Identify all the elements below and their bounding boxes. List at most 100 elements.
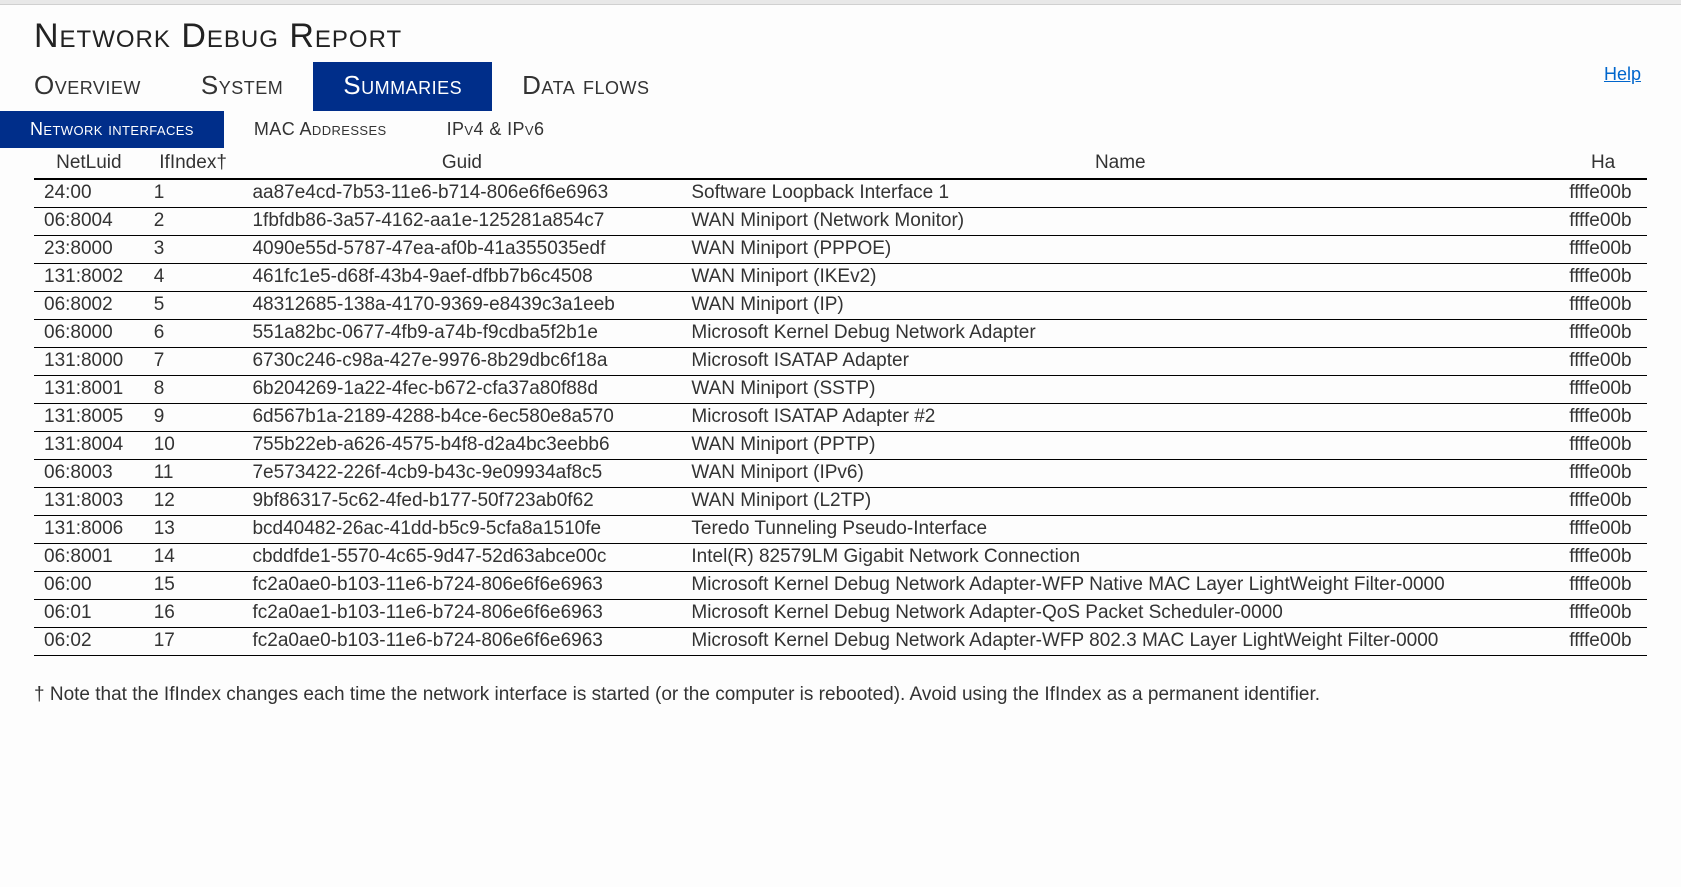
table-row[interactable]: 131:800596d567b1a-2189-4288-b4ce-6ec580e… <box>34 404 1647 432</box>
cell-ifindex: 17 <box>144 628 243 656</box>
footnote: † Note that the IfIndex changes each tim… <box>34 656 1647 706</box>
subtab-ipv4-ipv6[interactable]: IPv4 & IPv6 <box>417 111 575 148</box>
cell-ifindex: 15 <box>144 572 243 600</box>
cell-ha: ffffe00b <box>1559 544 1647 572</box>
table-row[interactable]: 131:800186b204269-1a22-4fec-b672-cfa37a8… <box>34 376 1647 404</box>
table-row[interactable]: 06:8002548312685-138a-4170-9369-e8439c3a… <box>34 292 1647 320</box>
page-title: Network Debug Report <box>34 17 1647 56</box>
cell-netluid: 06:8001 <box>34 544 144 572</box>
cell-guid: 7e573422-226f-4cb9-b43c-9e09934af8c5 <box>242 460 681 488</box>
cell-guid: 6d567b1a-2189-4288-b4ce-6ec580e8a570 <box>242 404 681 432</box>
cell-ha: ffffe00b <box>1559 600 1647 628</box>
cell-guid: aa87e4cd-7b53-11e6-b714-806e6f6e6963 <box>242 179 681 208</box>
cell-guid: 9bf86317-5c62-4fed-b177-50f723ab0f62 <box>242 488 681 516</box>
table-row[interactable]: 131:800076730c246-c98a-427e-9976-8b29dbc… <box>34 348 1647 376</box>
col-netluid[interactable]: NetLuid <box>34 150 144 179</box>
cell-ha: ffffe00b <box>1559 404 1647 432</box>
help-link[interactable]: Help <box>1604 62 1647 85</box>
subtab-mac-addresses[interactable]: MAC Addresses <box>224 111 417 148</box>
tab-data-flows[interactable]: Data flows <box>492 62 679 111</box>
cell-name: Microsoft Kernel Debug Network Adapter-W… <box>681 628 1559 656</box>
cell-ha: ffffe00b <box>1559 236 1647 264</box>
cell-name: Teredo Tunneling Pseudo-Interface <box>681 516 1559 544</box>
cell-netluid: 23:8000 <box>34 236 144 264</box>
cell-netluid: 24:00 <box>34 179 144 208</box>
cell-ha: ffffe00b <box>1559 179 1647 208</box>
cell-ifindex: 8 <box>144 376 243 404</box>
cell-ifindex: 2 <box>144 208 243 236</box>
table-row[interactable]: 24:001aa87e4cd-7b53-11e6-b714-806e6f6e69… <box>34 179 1647 208</box>
cell-guid: fc2a0ae0-b103-11e6-b724-806e6f6e6963 <box>242 628 681 656</box>
cell-netluid: 131:8004 <box>34 432 144 460</box>
cell-name: WAN Miniport (PPPOE) <box>681 236 1559 264</box>
cell-guid: bcd40482-26ac-41dd-b5c9-5cfa8a1510fe <box>242 516 681 544</box>
table-row[interactable]: 06:80006551a82bc-0677-4fb9-a74b-f9cdba5f… <box>34 320 1647 348</box>
cell-guid: 461fc1e5-d68f-43b4-9aef-dfbb7b6c4508 <box>242 264 681 292</box>
cell-name: WAN Miniport (SSTP) <box>681 376 1559 404</box>
cell-netluid: 131:8005 <box>34 404 144 432</box>
tab-system[interactable]: System <box>171 62 313 111</box>
cell-ifindex: 4 <box>144 264 243 292</box>
table-row[interactable]: 131:80024461fc1e5-d68f-43b4-9aef-dfbb7b6… <box>34 264 1647 292</box>
cell-name: WAN Miniport (PPTP) <box>681 432 1559 460</box>
cell-ha: ffffe00b <box>1559 572 1647 600</box>
cell-name: Microsoft ISATAP Adapter #2 <box>681 404 1559 432</box>
cell-guid: 6730c246-c98a-427e-9976-8b29dbc6f18a <box>242 348 681 376</box>
cell-name: Microsoft Kernel Debug Network Adapter <box>681 320 1559 348</box>
col-guid[interactable]: Guid <box>242 150 681 179</box>
cell-ha: ffffe00b <box>1559 516 1647 544</box>
table-row[interactable]: 23:800034090e55d-5787-47ea-af0b-41a35503… <box>34 236 1647 264</box>
cell-ifindex: 3 <box>144 236 243 264</box>
cell-ha: ffffe00b <box>1559 292 1647 320</box>
cell-guid: 4090e55d-5787-47ea-af0b-41a355035edf <box>242 236 681 264</box>
cell-guid: cbddfde1-5570-4c65-9d47-52d63abce00c <box>242 544 681 572</box>
cell-ha: ffffe00b <box>1559 628 1647 656</box>
cell-name: WAN Miniport (L2TP) <box>681 488 1559 516</box>
table-row[interactable]: 06:0116fc2a0ae1-b103-11e6-b724-806e6f6e6… <box>34 600 1647 628</box>
cell-ha: ffffe00b <box>1559 432 1647 460</box>
sub-tabs: Network interfaces MAC Addresses IPv4 & … <box>0 111 1681 148</box>
cell-name: Intel(R) 82579LM Gigabit Network Connect… <box>681 544 1559 572</box>
table-row[interactable]: 131:800613bcd40482-26ac-41dd-b5c9-5cfa8a… <box>34 516 1647 544</box>
page-header: Network Debug Report Overview System Sum… <box>0 5 1681 111</box>
col-ha[interactable]: Ha <box>1559 150 1647 179</box>
cell-netluid: 131:8003 <box>34 488 144 516</box>
cell-netluid: 06:02 <box>34 628 144 656</box>
cell-ifindex: 1 <box>144 179 243 208</box>
subtab-network-interfaces[interactable]: Network interfaces <box>0 111 224 148</box>
table-row[interactable]: 06:8003117e573422-226f-4cb9-b43c-9e09934… <box>34 460 1647 488</box>
cell-guid: 48312685-138a-4170-9369-e8439c3a1eeb <box>242 292 681 320</box>
table-row[interactable]: 06:0217fc2a0ae0-b103-11e6-b724-806e6f6e6… <box>34 628 1647 656</box>
cell-ha: ffffe00b <box>1559 488 1647 516</box>
table-header-row: NetLuid IfIndex† Guid Name Ha <box>34 150 1647 179</box>
cell-netluid: 06:8004 <box>34 208 144 236</box>
cell-netluid: 131:8001 <box>34 376 144 404</box>
cell-ifindex: 5 <box>144 292 243 320</box>
cell-ha: ffffe00b <box>1559 460 1647 488</box>
cell-ifindex: 13 <box>144 516 243 544</box>
table-row[interactable]: 06:0015fc2a0ae0-b103-11e6-b724-806e6f6e6… <box>34 572 1647 600</box>
cell-guid: fc2a0ae1-b103-11e6-b724-806e6f6e6963 <box>242 600 681 628</box>
tab-overview[interactable]: Overview <box>34 62 171 111</box>
cell-name: Software Loopback Interface 1 <box>681 179 1559 208</box>
cell-ifindex: 10 <box>144 432 243 460</box>
cell-ifindex: 12 <box>144 488 243 516</box>
cell-ifindex: 11 <box>144 460 243 488</box>
content-area: NetLuid IfIndex† Guid Name Ha 24:001aa87… <box>0 150 1681 706</box>
table-row[interactable]: 06:800114cbddfde1-5570-4c65-9d47-52d63ab… <box>34 544 1647 572</box>
col-name[interactable]: Name <box>681 150 1559 179</box>
table-row[interactable]: 131:8003129bf86317-5c62-4fed-b177-50f723… <box>34 488 1647 516</box>
main-tabs: Overview System Summaries Data flows Hel… <box>34 62 1647 111</box>
col-ifindex[interactable]: IfIndex† <box>144 150 243 179</box>
table-row[interactable]: 06:800421fbfdb86-3a57-4162-aa1e-125281a8… <box>34 208 1647 236</box>
cell-guid: 755b22eb-a626-4575-b4f8-d2a4bc3eebb6 <box>242 432 681 460</box>
cell-netluid: 131:8000 <box>34 348 144 376</box>
cell-name: Microsoft Kernel Debug Network Adapter-W… <box>681 572 1559 600</box>
table-row[interactable]: 131:800410755b22eb-a626-4575-b4f8-d2a4bc… <box>34 432 1647 460</box>
cell-ifindex: 14 <box>144 544 243 572</box>
cell-netluid: 06:00 <box>34 572 144 600</box>
tab-summaries[interactable]: Summaries <box>313 62 492 111</box>
cell-guid: fc2a0ae0-b103-11e6-b724-806e6f6e6963 <box>242 572 681 600</box>
cell-ha: ffffe00b <box>1559 376 1647 404</box>
cell-netluid: 06:01 <box>34 600 144 628</box>
